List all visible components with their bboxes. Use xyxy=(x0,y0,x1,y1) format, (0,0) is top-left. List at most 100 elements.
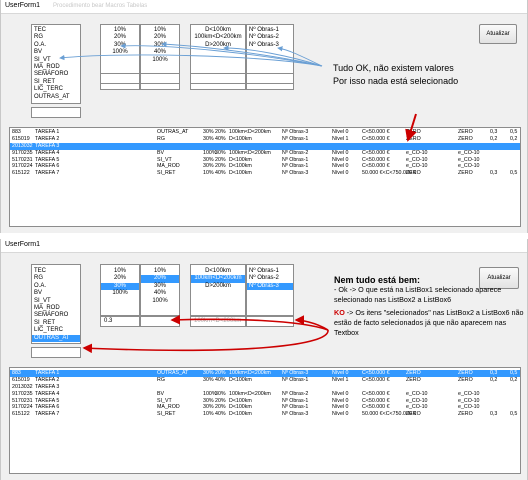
listbox4-item[interactable]: D<100km xyxy=(191,268,245,275)
listbox5-item[interactable]: Nº Obras-2 xyxy=(247,275,293,282)
listbox1-item[interactable]: BV xyxy=(32,290,80,297)
listbox1-item[interactable]: SI_RET xyxy=(32,320,80,327)
listbox1-item[interactable]: OUTRAS_AT xyxy=(32,94,80,101)
listbox3-item[interactable]: 40% xyxy=(141,290,179,297)
listbox4-item[interactable]: D>200km xyxy=(191,283,245,290)
table-row[interactable]: 5170231 TAREFA 5 SI_VT 30% 20% D<100km Nº Obra… xyxy=(10,157,520,164)
table-cell: Nível 0 xyxy=(332,156,349,163)
textbox3[interactable] xyxy=(140,316,180,327)
listbox1-item[interactable]: TEC xyxy=(32,268,80,275)
listbox1-item[interactable]: SEMÁFORO xyxy=(32,312,80,319)
listbox2-item[interactable]: 100% xyxy=(101,49,139,56)
table-cell: TAREFA 6 xyxy=(35,163,60,170)
listbox1[interactable]: TEC RG O.A. BV SI_VT MA_ROD SEMÁFORO SI_RET LIC_… xyxy=(31,264,81,344)
listbox5-item[interactable]: Nº Obras-2 xyxy=(247,34,293,41)
table-row[interactable]: 9170235 TAREFA 4 BV 100% 30% 100km<D<200km Nº … xyxy=(10,391,520,398)
listbox1-item[interactable]: OUTRAS_AT xyxy=(32,334,80,342)
table-cell: 30% xyxy=(215,390,226,397)
table-row[interactable]: 883 TAREFA 1 OUTRAS_AT 30% 20% 100km<D<200km N… xyxy=(10,129,520,136)
listbox4-item[interactable]: D>200km xyxy=(191,42,245,49)
table-row[interactable]: 9170224 TAREFA 6 MA_ROD 30% 20% D<100km Nº Obr… xyxy=(10,404,520,411)
table-cell: 5170231 xyxy=(12,397,33,404)
table-row[interactable]: 883 TAREFA 1 OUTRAS_AT 30% 20% 100km<D<200km N… xyxy=(10,370,520,377)
textbox2[interactable]: 0.3 xyxy=(100,316,140,327)
table-cell: SI_VT xyxy=(157,156,172,163)
listbox5-item[interactable]: Nº Obras-3 xyxy=(247,42,293,49)
listbox1-item[interactable]: LIC_TERC xyxy=(32,327,80,334)
listbox5[interactable]: Nº Obras-1 Nº Obras-2 Nº Obras-3 xyxy=(246,264,294,316)
update-button[interactable]: Atualizar xyxy=(479,24,517,44)
textbox2[interactable] xyxy=(100,73,140,84)
table-cell: MA_ROD xyxy=(157,404,180,411)
listbox3-item[interactable]: 40% xyxy=(141,49,179,56)
table-cell: 615122 xyxy=(12,170,30,177)
table-row[interactable]: 615122 TAREFA 7 SI_RET 10% 40% D<100km Nº Obra… xyxy=(10,411,520,418)
listbox3-item[interactable]: 30% xyxy=(141,42,179,49)
textbox1[interactable] xyxy=(31,347,81,358)
listbox3-item[interactable]: 20% xyxy=(141,275,179,283)
table-cell: Nível 0 xyxy=(332,129,349,135)
listbox4-item[interactable]: 100km<D<200km xyxy=(191,275,245,283)
listbox1-item[interactable]: SI_VT xyxy=(32,57,80,64)
listbox1[interactable]: TEC RG O.A. BV SI_VT MA_ROD SEMÁFORO SI_RET LIC_… xyxy=(31,24,81,104)
tasks-listbox[interactable]: 883 TAREFA 1 OUTRAS_AT 30% 20% 100km<D<200km N… xyxy=(9,367,521,474)
table-cell: Nº Obras-1 xyxy=(282,397,309,404)
table-cell: C<50.000 € xyxy=(362,376,390,383)
listbox4[interactable]: D<100km 100km<D<200km D>200km xyxy=(190,264,246,316)
table-row[interactable]: 9170235 TAREFA 4 BV 100% 30% 100km<D<200km Nº … xyxy=(10,150,520,157)
tasks-listbox[interactable]: 883 TAREFA 1 OUTRAS_AT 30% 20% 100km<D<200km N… xyxy=(9,127,521,227)
table-row[interactable]: 615122 TAREFA 7 SI_RET 10% 40% D<100km Nº Obra… xyxy=(10,170,520,177)
listbox2[interactable]: 10% 20% 30% 100% xyxy=(100,264,140,316)
listbox1-item[interactable]: O.A. xyxy=(32,42,80,49)
table-cell: Nº Obras-1 xyxy=(282,376,309,383)
table-cell: TAREFA 2 xyxy=(35,135,60,142)
listbox3-item[interactable]: 10% xyxy=(141,27,179,34)
listbox2-item[interactable]: 100% xyxy=(101,290,139,297)
table-cell: 30% xyxy=(203,163,214,170)
listbox4-item[interactable]: D<100km xyxy=(191,27,245,34)
listbox1-item[interactable]: SEMÁFORO xyxy=(32,71,80,78)
listbox1-item[interactable]: BV xyxy=(32,49,80,56)
listbox3-item[interactable]: 20% xyxy=(141,34,179,41)
table-cell: Nº Obras-1 xyxy=(282,156,309,163)
listbox2-item[interactable]: 10% xyxy=(101,27,139,34)
listbox1-item[interactable]: RG xyxy=(32,275,80,282)
table-row[interactable]: 2013032 TAREFA 3 xyxy=(10,142,520,150)
textbox5[interactable] xyxy=(246,73,294,84)
table-row[interactable]: 615019 TAREFA 2 RG 30% 40% D<100km Nº Obras-1 N… xyxy=(10,377,520,384)
textbox1[interactable] xyxy=(31,107,81,118)
table-cell: Nº Obras-3 xyxy=(282,129,309,135)
table-row[interactable]: 2013032 TAREFA 3 xyxy=(10,384,520,391)
table-row[interactable]: 615019 TAREFA 2 RG 30% 40% D<100km Nº Obras-1 N… xyxy=(10,136,520,143)
listbox1-item[interactable]: SI_VT xyxy=(32,298,80,305)
table-cell: BV xyxy=(157,149,165,156)
listbox3-item[interactable]: 100% xyxy=(141,57,179,64)
textbox4[interactable] xyxy=(190,73,246,84)
table-cell: 0,2 xyxy=(510,376,518,383)
listbox1-item[interactable]: O.A. xyxy=(32,283,80,290)
listbox2-item[interactable]: 30% xyxy=(101,282,139,291)
listbox3-item[interactable]: 10% xyxy=(141,268,179,275)
listbox3[interactable]: 10% 20% 30% 40% 100% xyxy=(140,264,180,316)
table-row[interactable]: 5170231 TAREFA 5 SI_VT 30% 20% D<100km Nº Obra… xyxy=(10,398,520,405)
table-cell: 30% xyxy=(203,397,214,404)
listbox2-item[interactable]: 10% xyxy=(101,268,139,275)
listbox3-item[interactable]: 100% xyxy=(141,298,179,305)
listbox4-item[interactable]: 100km<D<200km xyxy=(191,34,245,41)
listbox1-item[interactable]: SI_RET xyxy=(32,79,80,86)
table-row[interactable]: 9170224 TAREFA 6 MA_ROD 30% 20% D<100km Nº Obr… xyxy=(10,163,520,170)
listbox1-item[interactable]: LIC_TERC xyxy=(32,86,80,93)
textbox5[interactable] xyxy=(246,316,294,327)
listbox3-item[interactable]: 30% xyxy=(141,283,179,290)
table-cell: 2013032 xyxy=(12,383,33,390)
listbox2-item[interactable]: 20% xyxy=(101,34,139,41)
listbox2-item[interactable]: 30% xyxy=(101,42,139,49)
table-cell: e_CO-10 xyxy=(458,397,480,404)
listbox1-item[interactable]: RG xyxy=(32,34,80,41)
textbox3[interactable] xyxy=(140,73,180,84)
table-cell: 100km<D<200km xyxy=(229,129,271,135)
listbox1-item[interactable]: TEC xyxy=(32,27,80,34)
listbox5-item[interactable]: Nº Obras-3 xyxy=(247,282,293,291)
textbox4[interactable]: 100km<D<200km xyxy=(190,316,246,327)
listbox2-item[interactable]: 20% xyxy=(101,275,139,282)
